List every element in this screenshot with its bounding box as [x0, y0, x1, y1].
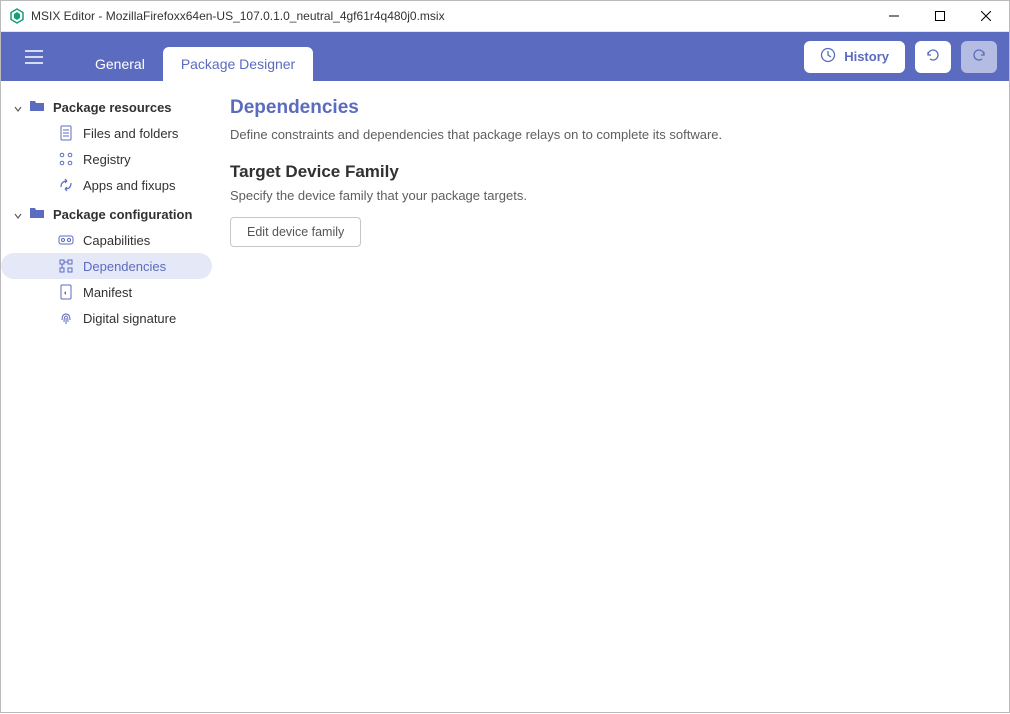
tree-item-capabilities[interactable]: Capabilities: [1, 227, 212, 253]
history-icon: [820, 47, 836, 66]
page-title: Dependencies: [230, 97, 985, 119]
tree-item-label: Manifest: [83, 285, 132, 300]
tree-group-label: Package configuration: [53, 207, 192, 222]
main-tabs: General Package Designer: [77, 32, 313, 81]
tree-item-label: Apps and fixups: [83, 178, 176, 193]
tree-item-apps-fixups[interactable]: Apps and fixups: [1, 172, 212, 198]
tree-item-label: Dependencies: [83, 259, 166, 274]
window-controls: [871, 1, 1009, 32]
content-pane: Dependencies Define constraints and depe…: [216, 81, 1009, 714]
minimize-button[interactable]: [871, 1, 917, 32]
folder-icon: [29, 206, 45, 223]
tree-group-label: Package resources: [53, 100, 172, 115]
capabilities-icon: [57, 234, 75, 246]
edit-device-family-button[interactable]: Edit device family: [230, 217, 361, 247]
section-title: Target Device Family: [230, 162, 985, 182]
app-logo-icon: [9, 8, 25, 24]
tree-group-package-resources[interactable]: Package resources: [1, 95, 216, 120]
history-label: History: [844, 49, 889, 64]
maximize-button[interactable]: [917, 1, 963, 32]
section-description: Specify the device family that your pack…: [230, 188, 985, 203]
document-icon: [57, 125, 75, 141]
tree-item-digital-signature[interactable]: Digital signature: [1, 305, 212, 331]
tree-item-label: Registry: [83, 152, 131, 167]
tree-item-label: Digital signature: [83, 311, 176, 326]
menu-button[interactable]: [17, 40, 51, 74]
apps-icon: [57, 178, 75, 192]
tree-item-manifest[interactable]: Manifest: [1, 279, 212, 305]
close-button[interactable]: [963, 1, 1009, 32]
history-button[interactable]: History: [804, 41, 905, 73]
tree-item-registry[interactable]: Registry: [1, 146, 212, 172]
window-title: MSIX Editor - MozillaFirefoxx64en-US_107…: [31, 9, 871, 23]
tree-item-dependencies[interactable]: Dependencies: [1, 253, 212, 279]
tab-general[interactable]: General: [77, 47, 163, 81]
fingerprint-icon: [57, 310, 75, 326]
tree-item-label: Files and folders: [83, 126, 178, 141]
undo-button[interactable]: [915, 41, 951, 73]
redo-icon: [971, 47, 987, 66]
tab-package-designer[interactable]: Package Designer: [163, 47, 313, 81]
tree-item-label: Capabilities: [83, 233, 150, 248]
dependencies-icon: [57, 259, 75, 273]
chevron-down-icon: [13, 209, 25, 221]
sidebar: Package resources Files and folders Regi…: [1, 81, 216, 714]
tree-group-package-configuration[interactable]: Package configuration: [1, 202, 216, 227]
title-bar: MSIX Editor - MozillaFirefoxx64en-US_107…: [1, 1, 1009, 32]
tree-item-files-folders[interactable]: Files and folders: [1, 120, 212, 146]
undo-icon: [925, 47, 941, 66]
page-description: Define constraints and dependencies that…: [230, 127, 985, 142]
manifest-icon: [57, 284, 75, 300]
chevron-down-icon: [13, 102, 25, 114]
navbar: General Package Designer History: [1, 32, 1009, 81]
registry-icon: [57, 152, 75, 166]
redo-button[interactable]: [961, 41, 997, 73]
folder-icon: [29, 99, 45, 116]
